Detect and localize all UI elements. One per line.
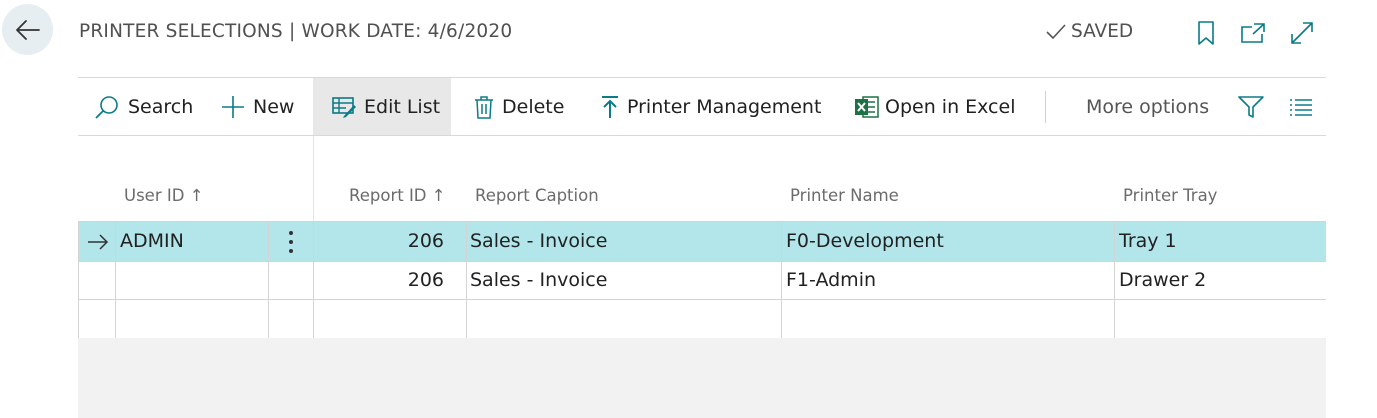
delete-action[interactable]: Delete xyxy=(474,78,564,135)
grid-line xyxy=(781,222,782,339)
table-row[interactable]: ADMIN 206 Sales - Invoice F0-Development… xyxy=(78,222,1326,261)
open-new-window-button[interactable] xyxy=(1239,19,1267,47)
grid-line xyxy=(78,222,79,339)
user-id-header-label: User ID xyxy=(124,186,185,205)
grid-line xyxy=(466,222,467,339)
column-header-report-caption[interactable]: Report Caption xyxy=(475,186,599,205)
grid-line xyxy=(268,222,269,339)
user-id-cell[interactable]: ADMIN xyxy=(120,222,184,261)
open-in-excel-label: Open in Excel xyxy=(885,95,1016,118)
grid-empty-area xyxy=(78,338,1326,418)
bookmark-button[interactable] xyxy=(1192,19,1220,47)
trash-icon xyxy=(475,95,493,119)
open-in-excel-action[interactable]: Open in Excel xyxy=(854,78,1015,135)
expand-button[interactable] xyxy=(1288,19,1316,47)
saved-status: SAVED xyxy=(1045,21,1133,42)
column-header-report-id[interactable]: Report ID ↑ xyxy=(349,186,446,205)
search-action[interactable]: Search xyxy=(94,78,193,135)
checkmark-icon xyxy=(1046,23,1066,39)
toolbar-separator xyxy=(1045,91,1046,123)
printer-name-cell[interactable]: F0-Development xyxy=(786,222,944,261)
search-label: Search xyxy=(128,95,194,118)
upload-icon xyxy=(602,95,618,118)
open-new-window-icon xyxy=(1241,23,1265,43)
printer-tray-cell[interactable]: Tray 1 xyxy=(1119,222,1177,261)
excel-icon xyxy=(855,95,879,118)
row-arrow-icon xyxy=(88,233,109,250)
column-header-printer-tray[interactable]: Printer Tray xyxy=(1123,186,1217,205)
list-view-action[interactable] xyxy=(1289,78,1313,135)
table-row[interactable]: 206 Sales - Invoice F1-Admin Drawer 2 xyxy=(78,261,1326,300)
more-options-label: More options xyxy=(1086,95,1210,118)
search-icon xyxy=(95,95,118,119)
grid-line xyxy=(78,299,1326,300)
row-actions-button[interactable] xyxy=(280,222,302,261)
grid-line xyxy=(1114,222,1115,339)
report-id-cell[interactable]: 206 xyxy=(314,222,444,261)
report-id-cell[interactable]: 206 xyxy=(314,261,444,300)
grid-line xyxy=(78,261,1326,262)
column-header-printer-name[interactable]: Printer Name xyxy=(790,186,899,205)
saved-label: SAVED xyxy=(1071,21,1134,42)
printer-tray-cell[interactable]: Drawer 2 xyxy=(1119,261,1206,300)
sort-ascending-icon: ↑ xyxy=(431,186,446,205)
edit-list-action[interactable]: Edit List xyxy=(313,78,451,135)
printer-management-action[interactable]: Printer Management xyxy=(601,78,821,135)
row-marker xyxy=(87,222,115,261)
list-icon xyxy=(1290,98,1312,116)
column-header-user-id[interactable]: User ID ↑ xyxy=(124,186,204,205)
grid-line xyxy=(313,222,314,339)
page-title: PRINTER SELECTIONS | WORK DATE: 4/6/2020 xyxy=(79,21,513,42)
report-caption-cell[interactable]: Sales - Invoice xyxy=(470,261,607,300)
grid-line xyxy=(115,222,116,339)
action-bar: Search New Edit List Delete Printer Mana… xyxy=(78,77,1326,136)
filter-action[interactable] xyxy=(1238,78,1264,135)
more-vertical-icon xyxy=(289,230,293,253)
bookmark-icon xyxy=(1198,21,1214,45)
filter-icon xyxy=(1238,95,1264,118)
edit-list-icon xyxy=(332,96,356,118)
new-action[interactable]: New xyxy=(221,78,294,135)
printer-management-label: Printer Management xyxy=(627,95,822,118)
expand-icon xyxy=(1291,22,1313,44)
report-caption-cell[interactable]: Sales - Invoice xyxy=(470,222,607,261)
back-button[interactable] xyxy=(2,4,53,55)
printer-name-cell[interactable]: F1-Admin xyxy=(786,261,876,300)
table-row[interactable] xyxy=(78,300,1326,339)
grid-line xyxy=(78,221,1326,222)
more-options-action[interactable]: More options xyxy=(1086,78,1209,135)
new-label: New xyxy=(253,95,295,118)
back-arrow-icon xyxy=(15,19,40,40)
plus-icon xyxy=(222,95,244,118)
report-caption-header-label: Report Caption xyxy=(475,186,599,205)
report-id-cell[interactable] xyxy=(314,300,444,339)
delete-label: Delete xyxy=(502,95,565,118)
printer-name-header-label: Printer Name xyxy=(790,186,899,205)
sort-ascending-icon: ↑ xyxy=(189,186,204,205)
frozen-column-divider xyxy=(313,136,314,222)
report-id-header-label: Report ID xyxy=(349,186,427,205)
edit-list-label: Edit List xyxy=(364,95,441,118)
printer-tray-header-label: Printer Tray xyxy=(1123,186,1218,205)
